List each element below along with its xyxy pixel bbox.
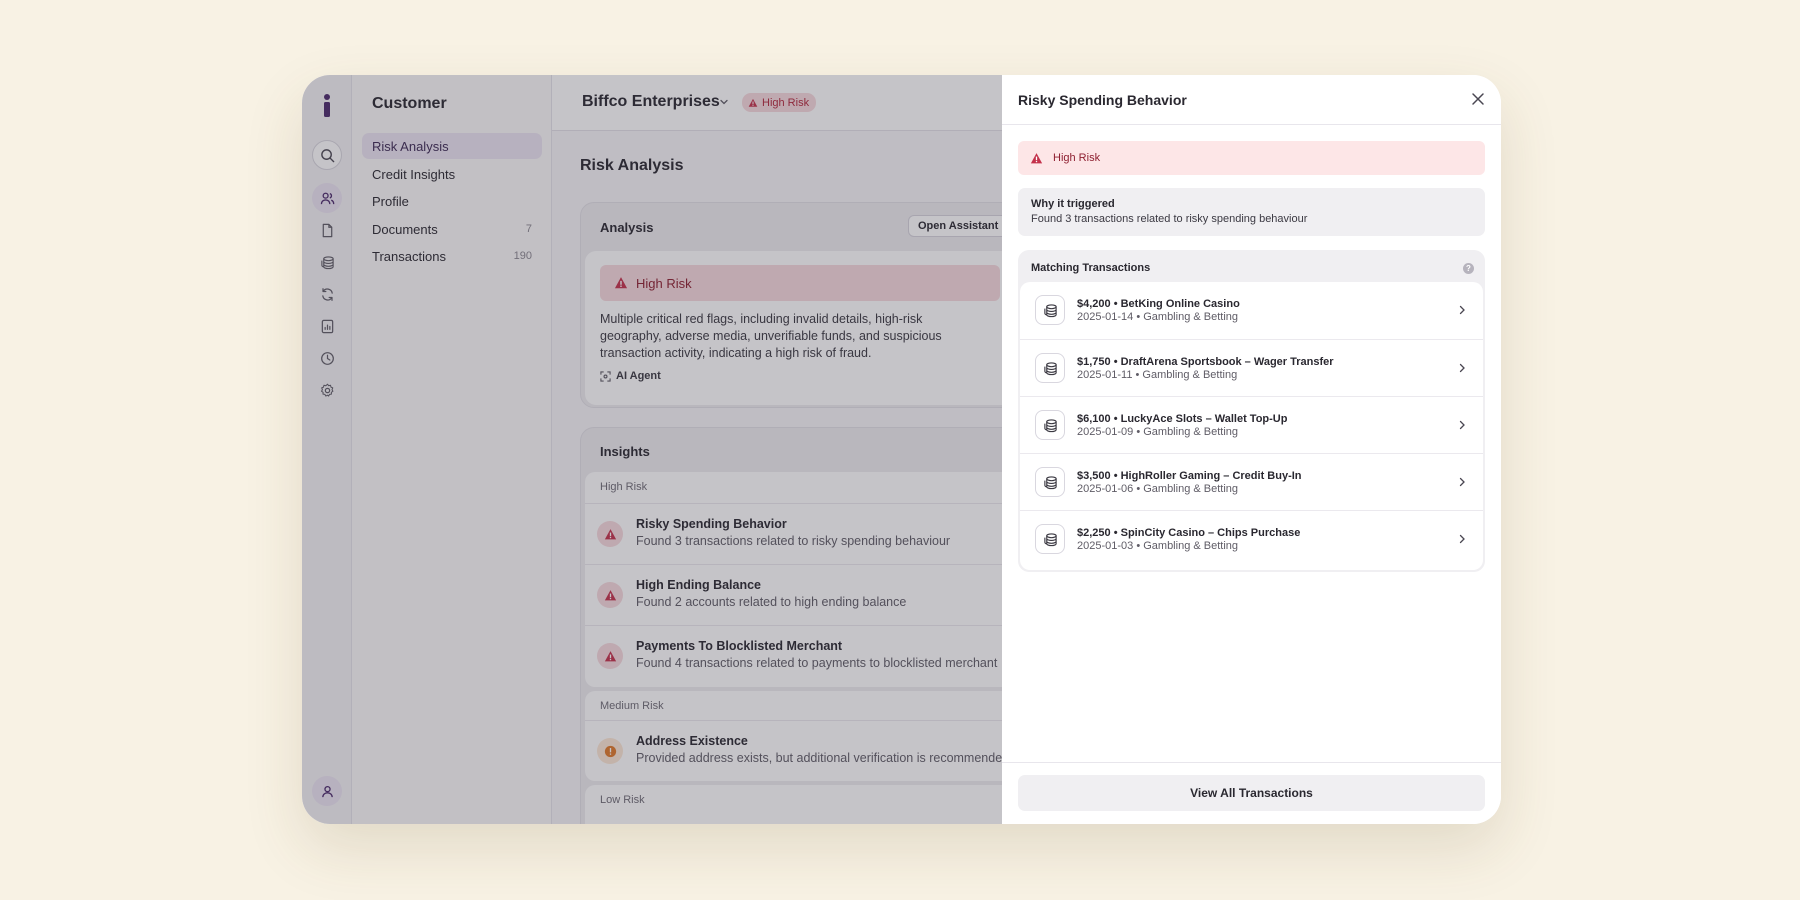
transaction-list: $4,200 • BetKing Online Casino 2025-01-1…: [1020, 282, 1483, 570]
chevron-right-icon: [1459, 363, 1465, 373]
drawer-risk-banner: High Risk: [1018, 141, 1485, 175]
transaction-meta: 2025-01-14 • Gambling & Betting: [1077, 311, 1239, 323]
drawer-title: Risky Spending Behavior: [1018, 92, 1187, 108]
coins-icon: [1035, 410, 1065, 440]
help-icon[interactable]: ?: [1463, 263, 1474, 274]
transaction-row[interactable]: $2,250 • SpinCity Casino – Chips Purchas…: [1020, 510, 1483, 567]
chevron-right-icon: [1459, 305, 1465, 315]
app-window: Customer Risk Analysis Credit Insights P…: [302, 75, 1501, 824]
close-icon[interactable]: [1471, 92, 1485, 106]
why-desc: Found 3 transactions related to risky sp…: [1031, 213, 1308, 225]
transaction-row[interactable]: $1,750 • DraftArena Sportsbook – Wager T…: [1020, 339, 1483, 396]
transaction-row[interactable]: $4,200 • BetKing Online Casino 2025-01-1…: [1020, 282, 1483, 339]
drawer-header: Risky Spending Behavior: [1002, 75, 1501, 125]
drawer-footer: View All Transactions: [1002, 762, 1501, 824]
transaction-title: $4,200 • BetKing Online Casino: [1077, 298, 1240, 310]
transaction-title: $2,250 • SpinCity Casino – Chips Purchas…: [1077, 527, 1301, 539]
transaction-meta: 2025-01-11 • Gambling & Betting: [1077, 369, 1238, 381]
coins-icon: [1035, 295, 1065, 325]
modal-backdrop[interactable]: [302, 75, 1002, 824]
insight-drawer: Risky Spending Behavior High Risk Why it…: [1002, 75, 1501, 824]
why-title: Why it triggered: [1031, 198, 1115, 210]
transaction-title: $3,500 • HighRoller Gaming – Credit Buy-…: [1077, 470, 1302, 482]
matching-transactions: Matching Transactions ? $4,200 • BetKing…: [1018, 250, 1485, 572]
coins-icon: [1035, 467, 1065, 497]
transaction-meta: 2025-01-03 • Gambling & Betting: [1077, 540, 1239, 552]
transaction-row[interactable]: $6,100 • LuckyAce Slots – Wallet Top-Up …: [1020, 396, 1483, 453]
transaction-title: $6,100 • LuckyAce Slots – Wallet Top-Up: [1077, 413, 1288, 425]
warning-icon: [1030, 152, 1043, 163]
coins-icon: [1035, 524, 1065, 554]
view-all-transactions-button[interactable]: View All Transactions: [1018, 775, 1485, 811]
drawer-risk-label: High Risk: [1053, 152, 1101, 164]
transaction-meta: 2025-01-06 • Gambling & Betting: [1077, 483, 1239, 495]
matching-title: Matching Transactions: [1031, 262, 1151, 274]
why-triggered-box: Why it triggered Found 3 transactions re…: [1018, 188, 1485, 236]
transaction-title: $1,750 • DraftArena Sportsbook – Wager T…: [1077, 356, 1334, 368]
transaction-row[interactable]: $3,500 • HighRoller Gaming – Credit Buy-…: [1020, 453, 1483, 510]
transaction-meta: 2025-01-09 • Gambling & Betting: [1077, 426, 1239, 438]
chevron-right-icon: [1459, 477, 1465, 487]
chevron-right-icon: [1459, 420, 1465, 430]
chevron-right-icon: [1459, 534, 1465, 544]
coins-icon: [1035, 353, 1065, 383]
